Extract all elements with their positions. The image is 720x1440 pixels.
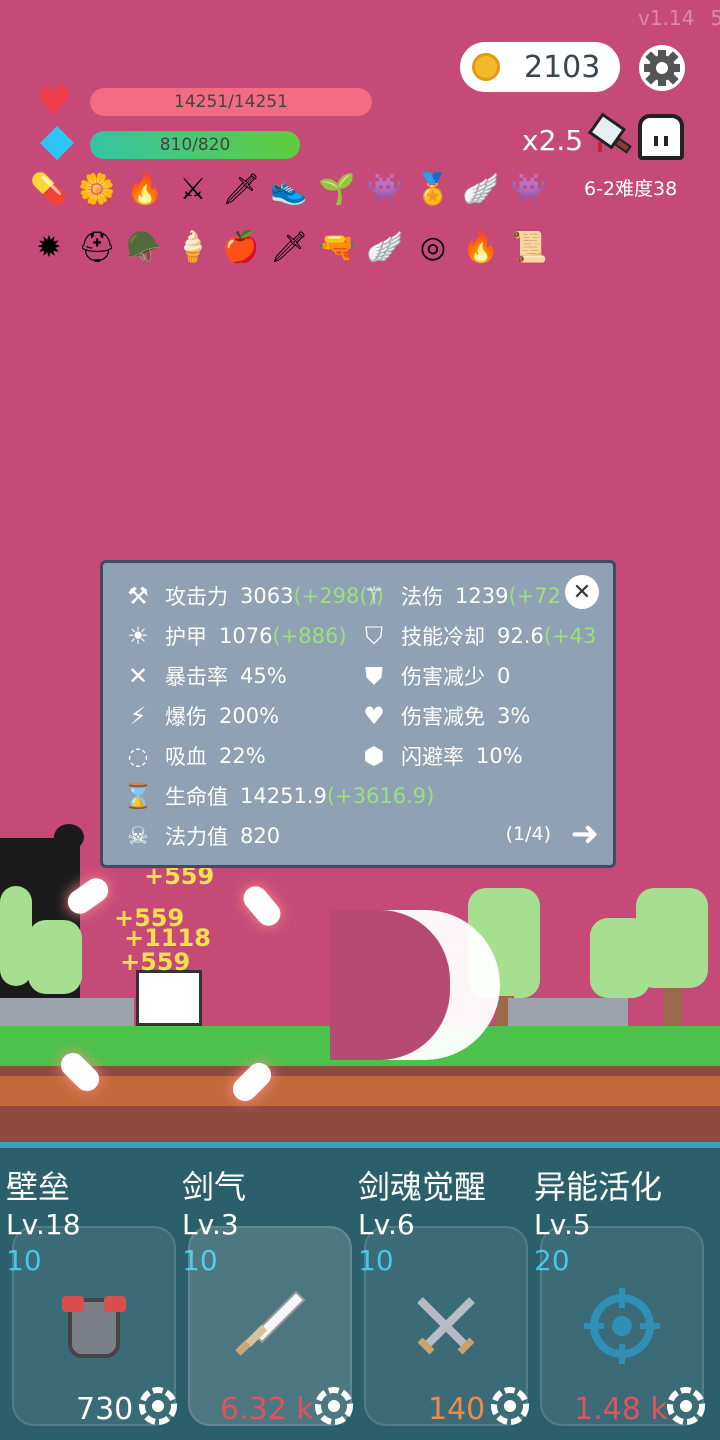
torch-icon[interactable]: 🔥 — [124, 168, 166, 210]
sword-icon — [235, 1290, 306, 1356]
scroll-icon[interactable]: 📜 — [508, 226, 550, 268]
axe-icon: ⚒ — [127, 582, 149, 610]
green-monster-icon[interactable]: 👾 — [364, 168, 406, 210]
damage-number: +559 — [120, 948, 191, 976]
settings-gear-icon[interactable] — [638, 44, 686, 92]
flower-icon[interactable]: 🌼 — [76, 168, 118, 210]
uzi-icon[interactable]: 🔫 — [316, 226, 358, 268]
tree — [636, 888, 708, 988]
upgrade-cost-icon[interactable] — [490, 1386, 530, 1426]
stat-damage-reduction: ⛊ 伤害减少 0 — [359, 661, 510, 691]
sword-icon[interactable]: 🗡 — [220, 168, 262, 210]
pill-icon[interactable]: 💊 — [28, 168, 70, 210]
crossed-swords-icon — [417, 1297, 475, 1355]
stage-difficulty: 6-2难度38 — [584, 178, 678, 200]
potted-plant-icon[interactable]: 🌱 — [316, 168, 358, 210]
stat-crit-rate: ✕ 暴击率 45% — [123, 661, 287, 691]
stat-lifesteal: ◌ 吸血 22% — [123, 741, 266, 771]
skill-name: 壁垒 — [6, 1168, 71, 1206]
smoke-puff — [54, 824, 84, 850]
dotted-circle-icon: ◌ — [127, 742, 149, 770]
stat-crit-damage: ⚡ 爆伤 200% — [123, 701, 279, 731]
close-button[interactable]: ✕ — [565, 575, 599, 609]
upgrade-price: 6.32 k — [220, 1392, 314, 1427]
lightning-icon: ⚡ — [129, 702, 147, 730]
green-monster-icon[interactable]: 👾 — [508, 168, 550, 210]
upgrade-cost-icon[interactable] — [666, 1386, 706, 1426]
coin-icon — [472, 53, 500, 81]
mp-bar: 810/820 — [90, 131, 300, 159]
stat-magic: ⚚ 法伤 1239 (+72 — [359, 581, 561, 611]
coin-amount: 2103 — [524, 49, 601, 85]
hourglass-icon: ⌛ — [123, 782, 153, 810]
tree-trunk — [664, 988, 682, 1026]
fps-counter: 55 — [710, 6, 720, 30]
stat-mana: ☠ 法力值 820 — [123, 821, 280, 851]
round-shield-icon[interactable]: ◎ — [412, 226, 454, 268]
heart-shield-icon: ⛊ — [365, 662, 383, 690]
boss-ghost-icon[interactable] — [638, 114, 684, 160]
crossed-swords-icon[interactable]: ⚔ — [172, 168, 214, 210]
stat-attack: ⚒ 攻击力 3063 (+298()) — [123, 581, 384, 611]
player-character — [136, 970, 202, 1026]
fence — [508, 998, 628, 1028]
upgrade-price: 730 — [76, 1392, 134, 1427]
skill-name: 剑气 — [182, 1168, 247, 1206]
skill-name: 剑魂觉醒 — [358, 1168, 487, 1206]
viking-helmet-icon[interactable]: 🪖 — [124, 226, 166, 268]
tree — [28, 920, 82, 994]
torch-icon[interactable]: 🔥 — [460, 226, 502, 268]
stat-armor: ☀ 护甲 1076 (+886) — [123, 621, 346, 651]
skull-icon: ☠ — [127, 822, 149, 850]
skill-name: 异能活化 — [534, 1168, 663, 1206]
version-label: v1.1455 — [622, 6, 720, 30]
armor-icon — [62, 1296, 126, 1358]
stat-hp: ⌛ 生命值 14251.9 (+3616.9) — [123, 782, 435, 810]
page-indicator: (1/4) — [505, 823, 551, 845]
medal-icon[interactable]: 🏅 — [412, 168, 454, 210]
mana-crystal-icon — [40, 126, 74, 160]
apple-icon[interactable]: 🍎 — [220, 226, 262, 268]
sneaker-icon[interactable]: 👟 — [268, 168, 310, 210]
fence — [0, 998, 134, 1028]
shield-icon: ⛉ — [365, 622, 383, 650]
next-page-arrow-icon[interactable]: ➜ — [571, 817, 600, 851]
heart-icon: ♥ — [36, 79, 72, 125]
wing-icon[interactable]: 🪽 — [364, 226, 406, 268]
upgrade-cost-icon[interactable] — [314, 1386, 354, 1426]
stat-cooldown: ⛉ 技能冷却 92.6 (+43 — [359, 621, 596, 651]
heart-icon: ♥ — [363, 702, 385, 730]
items-row-1: 💊 🌼 🔥 ⚔ 🗡 👟 🌱 👾 🏅 🪽 👾 — [28, 168, 550, 210]
sun-icon: ☀ — [127, 622, 149, 650]
upgrade-price: 140 — [428, 1392, 486, 1427]
upgrade-price: 1.48 k — [574, 1392, 668, 1427]
crossed-arrows-icon: ✕ — [127, 662, 149, 690]
sword-icon[interactable]: 🗡 — [268, 226, 310, 268]
gem-icon: ⬢ — [363, 742, 385, 770]
stat-dodge: ⬢ 闪避率 10% — [359, 741, 523, 771]
wing-icon[interactable]: 🪽 — [460, 168, 502, 210]
upgrade-cost-icon[interactable] — [138, 1386, 178, 1426]
projectile — [238, 881, 286, 931]
speed-multiplier[interactable]: x2.5 — [522, 124, 583, 157]
hp-bar: 14251/14251 — [90, 88, 372, 116]
dirt-layer — [0, 1076, 720, 1106]
ice-cream-icon[interactable]: 🍦 — [172, 226, 214, 268]
spiked-ball-icon[interactable]: ✹ — [28, 226, 70, 268]
wand-icon: ⚚ — [363, 582, 385, 610]
stats-panel: ✕ ⚒ 攻击力 3063 (+298()) ⚚ 法伤 1239 (+72 ☀ 护甲 1076 (+… — [100, 560, 616, 868]
stat-damage-immunity: ♥ 伤害减免 3% — [359, 701, 530, 731]
knight-helmet-icon[interactable]: ⛑ — [76, 226, 118, 268]
target-icon — [584, 1288, 660, 1364]
coin-counter: 2103 — [460, 42, 620, 92]
items-row-2: ✹ ⛑ 🪖 🍦 🍎 🗡 🔫 🪽 ◎ 🔥 📜 — [28, 226, 550, 268]
cleaver-icon — [588, 112, 632, 154]
